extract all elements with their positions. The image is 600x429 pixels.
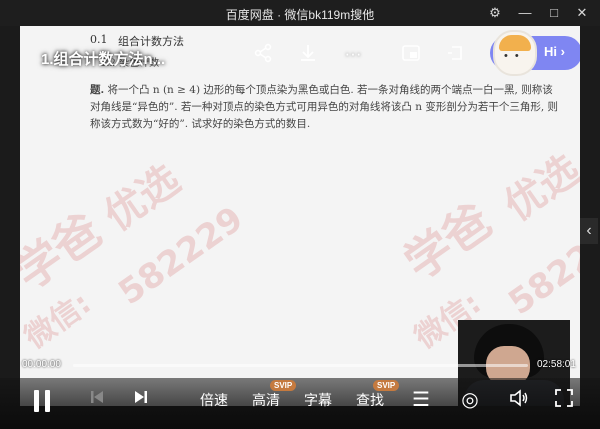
player-window: 百度网盘 · 微信bk119m搜他 ⚙ — □ ✕ 0.1 组合计数方法 1.2… (0, 0, 600, 429)
volume-icon[interactable] (506, 388, 532, 414)
assistant-avatar (493, 30, 537, 76)
picture-in-picture-icon[interactable] (400, 43, 422, 65)
title-bar: 百度网盘 · 微信bk119m搜他 ⚙ — □ ✕ (0, 0, 600, 26)
close-icon[interactable]: ✕ (573, 4, 591, 22)
side-panel-toggle-icon[interactable]: ‹ (580, 218, 598, 244)
assistant-label: Hi › (544, 44, 565, 59)
pin-icon[interactable] (445, 43, 467, 65)
video-frame[interactable]: 0.1 组合计数方法 1.2 染色计数 题. 将一个凸 n (n ≥ 4) 边形… (20, 26, 580, 406)
playlist-icon[interactable]: ☰ (408, 388, 434, 412)
share-icon[interactable] (252, 43, 274, 65)
previous-icon[interactable] (84, 388, 110, 412)
current-time: 00:00:00 (22, 359, 61, 370)
section-title: 组合计数方法 (118, 35, 184, 48)
assistant-button[interactable]: Hi › (490, 30, 580, 76)
pause-icon[interactable] (32, 390, 52, 412)
control-bar: 倍速 SVIP 高清 字幕 SVIP 查找 ☰ ◎ (0, 378, 600, 429)
fullscreen-icon[interactable] (551, 388, 577, 414)
problem-label: 题. (90, 84, 105, 96)
watermark-slogan: 优选 (96, 156, 189, 241)
maximize-icon[interactable]: □ (545, 4, 563, 22)
problem-statement: 题. 将一个凸 n (n ≥ 4) 边形的每个顶点染为黑色或白色. 若一条对角线… (90, 82, 560, 133)
next-icon[interactable] (128, 388, 154, 412)
watermark-brand-right: 学爸 (394, 192, 501, 290)
download-icon[interactable] (297, 43, 319, 65)
video-title: 1.组合计数方法n... (41, 51, 166, 68)
speed-button[interactable]: 倍速 (200, 390, 228, 410)
section-number: 0.1 (90, 33, 108, 46)
progress-bar[interactable] (73, 364, 528, 367)
quality-button[interactable]: 高清 (252, 390, 280, 410)
minimize-icon[interactable]: — (516, 4, 534, 22)
search-button[interactable]: 查找 (356, 390, 384, 410)
watermark-slogan-right: 优选 (496, 146, 580, 231)
more-icon[interactable]: ··· (342, 43, 364, 65)
window-title: 百度网盘 · 微信bk119m搜他 (225, 8, 375, 22)
settings-icon[interactable]: ⚙ (486, 4, 504, 22)
problem-text: 将一个凸 n (n ≥ 4) 边形的每个顶点染为黑色或白色. 若一条对角线的两个… (90, 84, 559, 130)
total-time: 02:58:01 (537, 359, 576, 370)
subtitle-button[interactable]: 字幕 (304, 390, 332, 410)
ai-assistant-icon[interactable]: ◎ (457, 388, 483, 412)
watermark-id-right: 582229 (501, 208, 580, 324)
